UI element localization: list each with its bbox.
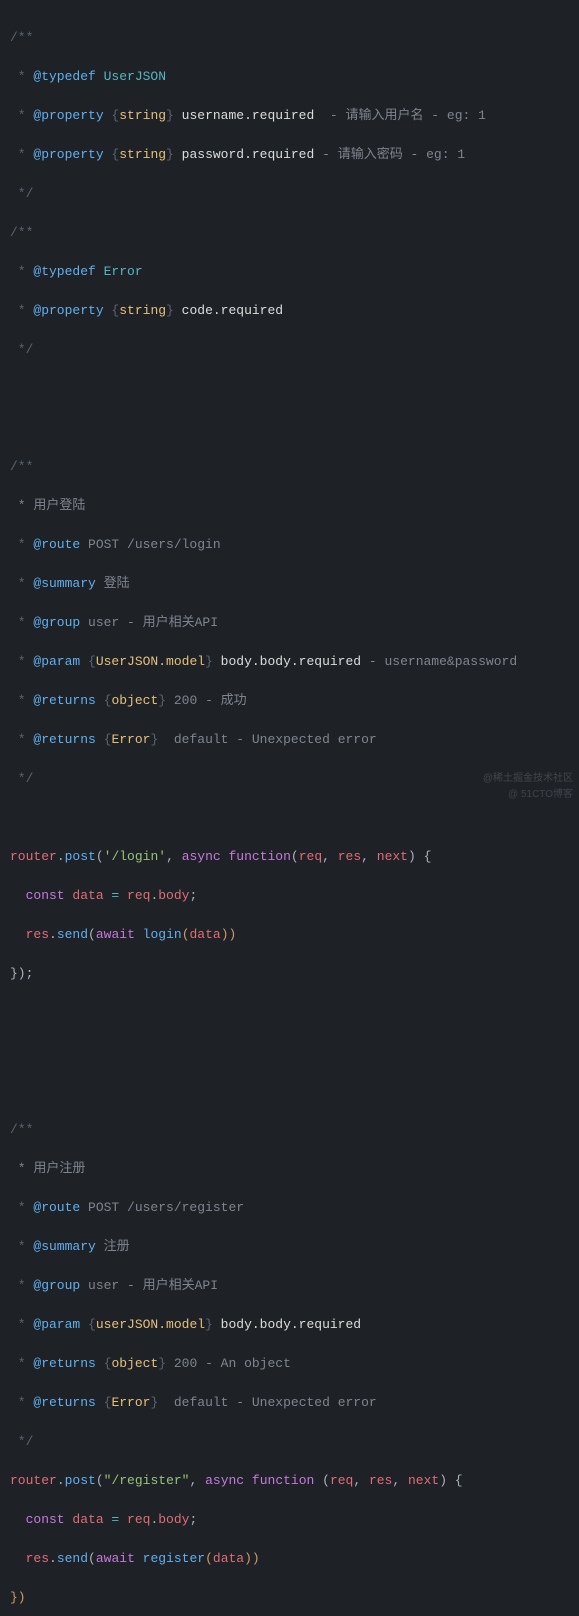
comment: /** (10, 30, 33, 45)
code-block: /** * @typedef UserJSON * @property {str… (0, 0, 579, 1616)
watermark: @ 51CTO博客 (508, 787, 573, 802)
watermark: @稀土掘金技术社区 (483, 771, 573, 786)
